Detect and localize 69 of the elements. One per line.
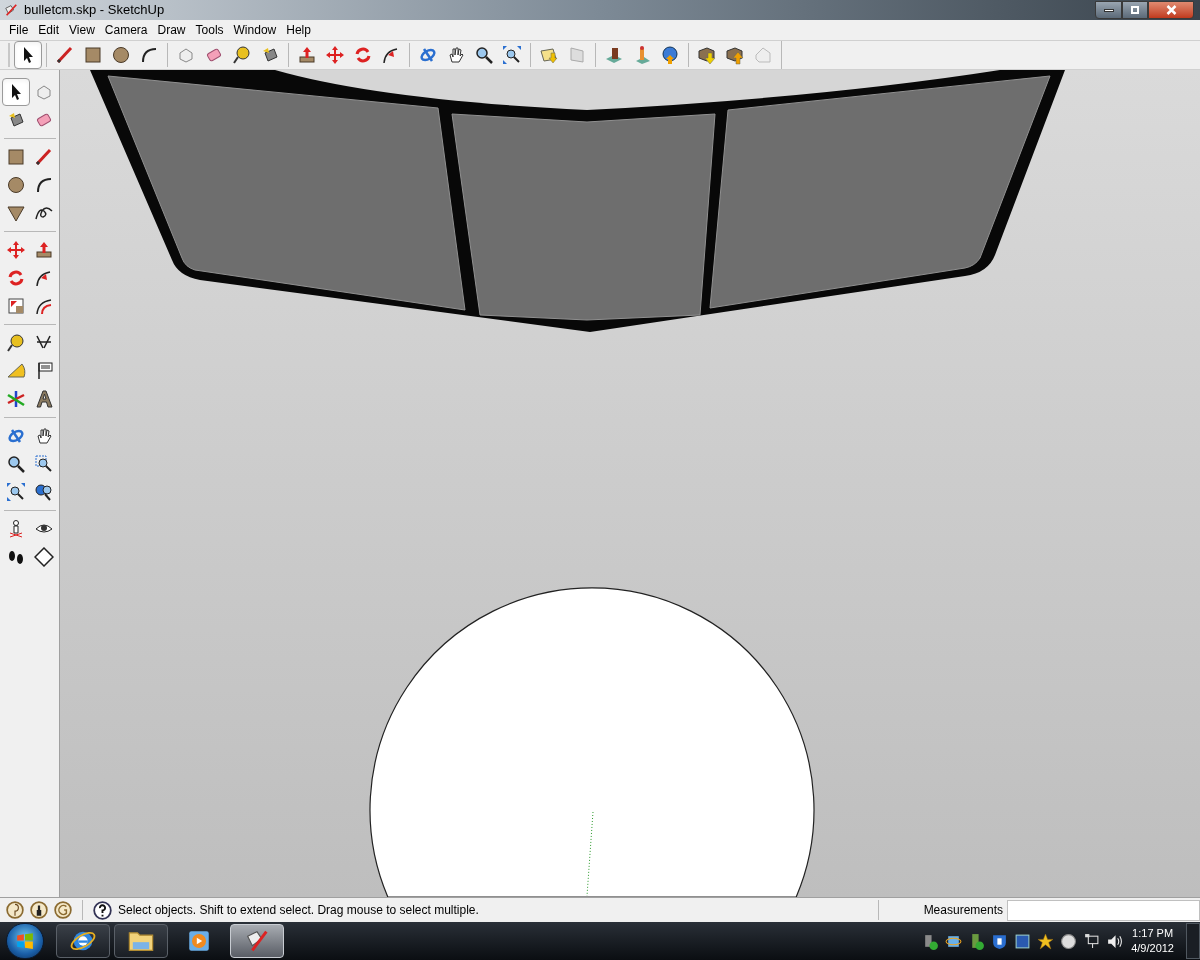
minimize-button[interactable] [1095,1,1122,19]
hand-icon[interactable] [446,45,466,65]
windows-logo-icon [16,932,34,950]
window-title: bulletcm.skp - SketchUp [24,1,165,20]
push-pull-icon[interactable] [297,45,317,65]
triangle-icon[interactable] [5,203,26,223]
square-icon[interactable] [5,147,26,167]
pencil-icon[interactable] [55,45,75,65]
measurements-label: Measurements [923,902,1003,919]
taskbar-app-button[interactable] [56,924,110,958]
monitor-icon[interactable] [1083,932,1101,950]
restore-icon [1131,6,1139,14]
pencil-page-icon [4,3,18,17]
menu-item[interactable]: Draw [152,20,191,40]
shield-icon[interactable] [991,932,1009,950]
section-diamond-icon[interactable] [33,547,54,567]
arc-icon[interactable] [139,45,159,65]
push-pull-icon[interactable] [33,240,54,260]
minimize-icon [1103,8,1114,12]
folder-arrow-icon[interactable] [539,45,559,65]
magnifier-window-icon[interactable] [33,454,54,474]
pencil-icon[interactable] [33,147,54,167]
letter-drawing-icon[interactable] [33,389,54,409]
clock-date: 4/9/2012 [1131,941,1174,956]
box-down-arrow-icon[interactable] [697,45,717,65]
circle-icon[interactable] [111,45,131,65]
magnifier-pair-icon[interactable] [33,482,54,502]
close-button[interactable] [1148,1,1194,19]
viewport[interactable] [60,70,1200,897]
menu-item[interactable]: Camera [99,20,153,40]
maximize-button[interactable] [1122,1,1148,19]
protractor-icon[interactable] [5,361,26,381]
tape-measure-icon[interactable] [232,45,252,65]
menu-item[interactable]: Window [228,20,282,40]
person-icon[interactable] [30,901,48,919]
circle-icon[interactable] [5,175,26,195]
start-button[interactable] [6,923,44,959]
menu-item[interactable]: Tools [190,20,229,40]
move-arrows-icon[interactable] [5,240,26,260]
magnifier-icon[interactable] [5,454,26,474]
help-icon[interactable] [93,900,112,920]
building-icon[interactable] [604,45,624,65]
disc-icon[interactable] [1060,932,1078,950]
status-hint: Select objects. Shift to extend select. Drag mouse to select multiple. [118,902,479,919]
magnifier-arrows-icon[interactable] [502,45,522,65]
axes-icon[interactable] [5,389,26,409]
measurements-field[interactable] [1007,899,1200,921]
offset-arcs-icon[interactable] [33,296,54,316]
rotate-arrows-icon[interactable] [353,45,373,65]
move-arrows-icon[interactable] [325,45,345,65]
magnifier-icon[interactable] [474,45,494,65]
square-icon[interactable] [83,45,103,65]
play-icon [186,928,212,954]
screen-icon[interactable] [1014,932,1032,950]
close-icon [1165,5,1177,15]
menu-item[interactable]: Help [281,20,316,40]
clock[interactable]: 1:17 PM 4/9/2012 [1131,926,1174,956]
usb-check-icon[interactable] [922,932,940,950]
star-icon[interactable] [1037,932,1055,950]
scale-box-icon[interactable] [5,296,26,316]
magnifier-arrows-icon[interactable] [5,482,26,502]
menu-item[interactable]: Edit [33,20,65,40]
taskbar-app-button[interactable] [114,924,168,958]
menu-item[interactable]: File [4,20,34,40]
speaker-icon[interactable] [1106,932,1124,950]
box-up-arrow-icon[interactable] [725,45,745,65]
menu-item[interactable]: View [64,20,100,40]
tape-measure-icon[interactable] [5,333,26,353]
clock-time: 1:17 PM [1132,926,1174,941]
